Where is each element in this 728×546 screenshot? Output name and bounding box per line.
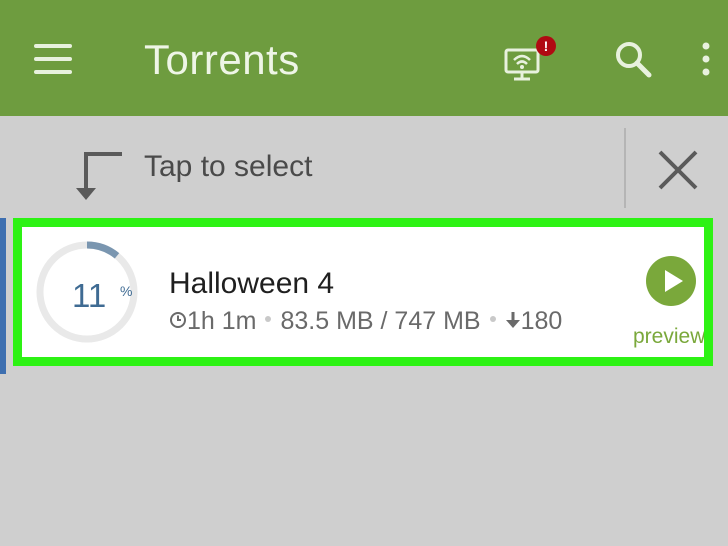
selection-bar: Tap to select (0, 116, 728, 220)
selection-indicator-strip (0, 218, 6, 374)
separator-dot (265, 316, 272, 323)
torrent-list-item[interactable]: 11 % Halloween 4 1h 1m 83.5 MB / 747 MB 1… (13, 218, 713, 366)
preview-play-button[interactable] (645, 255, 697, 307)
play-icon (646, 256, 696, 306)
separator-dot (489, 316, 496, 323)
tap-to-select-label: Tap to select (144, 150, 313, 183)
arrow-down-icon (505, 312, 520, 329)
tap-select-arrow-icon (76, 152, 122, 200)
hamburger-menu-icon[interactable] (30, 40, 78, 80)
notification-badge: ! (536, 36, 556, 56)
remote-wifi-button[interactable]: ! (500, 36, 560, 86)
torrent-name: Halloween 4 (169, 267, 335, 300)
torrent-meta: 1h 1m 83.5 MB / 747 MB 180 (169, 307, 562, 336)
size-text: 83.5 MB / 747 MB (280, 307, 481, 335)
eta-text: 1h 1m (187, 307, 257, 335)
preview-label[interactable]: preview (633, 325, 704, 349)
search-icon (616, 42, 652, 78)
progress-value: 11 (72, 277, 107, 314)
progress-percent: 11 % (32, 237, 142, 347)
close-icon (658, 150, 698, 190)
page-title: Torrents (144, 36, 300, 83)
peers-count: 180 (520, 307, 563, 335)
search-button[interactable] (612, 38, 654, 80)
progress-unit: % (120, 283, 133, 299)
more-vert-icon (702, 42, 710, 76)
app-bar: Torrents ! (0, 0, 728, 116)
tap-select-button[interactable] (72, 150, 128, 206)
close-button[interactable] (656, 148, 700, 192)
clock-icon (170, 312, 186, 329)
divider (624, 128, 626, 208)
more-options-button[interactable] (696, 40, 716, 80)
